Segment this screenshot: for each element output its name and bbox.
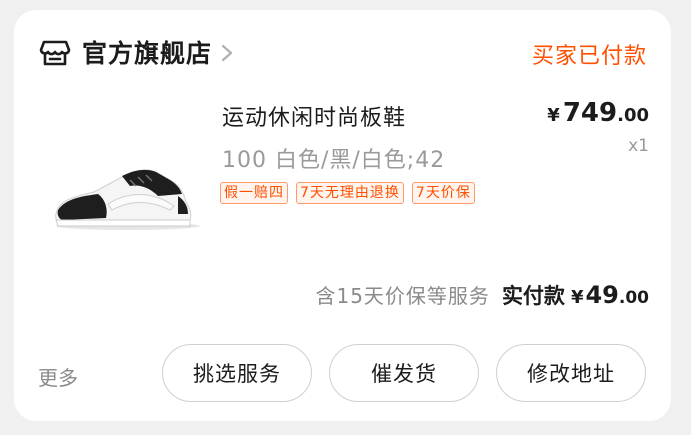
shop-header[interactable]: 官方旗舰店 bbox=[38, 34, 234, 70]
price-protection-note: 含15天价保等服务 bbox=[315, 284, 490, 308]
urge-shipping-button[interactable]: 催发货 bbox=[329, 344, 479, 402]
paid-amount-integer: 49 bbox=[585, 281, 619, 309]
store-icon bbox=[39, 40, 71, 66]
payment-summary: 含15天价保等服务 实付款 ¥49.00 bbox=[315, 280, 649, 310]
chevron-right-icon bbox=[221, 44, 233, 62]
quantity: x1 bbox=[628, 136, 649, 156]
paid-label: 实付款 bbox=[501, 284, 565, 308]
service-tag: 假一赔四 bbox=[220, 182, 288, 204]
service-tags: 假一赔四 7天无理由退换 7天价保 bbox=[220, 182, 475, 204]
shop-name[interactable]: 官方旗舰店 bbox=[82, 34, 212, 70]
price-integer: 749 bbox=[562, 98, 618, 128]
paid-amount-decimal: .00 bbox=[618, 288, 649, 308]
price-decimal: .00 bbox=[617, 105, 649, 126]
service-tag: 7天价保 bbox=[411, 182, 475, 204]
select-service-button[interactable]: 挑选服务 bbox=[162, 344, 312, 402]
order-card[interactable]: 官方旗舰店 买家已付款 运动休闲时尚板鞋 100 白色/黑/白色;42 假一赔四… bbox=[14, 10, 671, 421]
change-address-button[interactable]: 修改地址 bbox=[496, 344, 646, 402]
sneaker-image[interactable] bbox=[46, 140, 206, 240]
price-currency: ¥ bbox=[547, 105, 560, 126]
product-sku: 100 白色/黑/白色;42 bbox=[222, 148, 446, 173]
product-title[interactable]: 运动休闲时尚板鞋 bbox=[222, 100, 406, 132]
service-tag: 7天无理由退换 bbox=[296, 182, 404, 204]
more-link[interactable]: 更多 bbox=[38, 362, 78, 391]
paid-currency: ¥ bbox=[570, 287, 584, 308]
unit-price: ¥749.00 bbox=[547, 98, 649, 128]
order-status: 买家已付款 bbox=[531, 44, 647, 69]
